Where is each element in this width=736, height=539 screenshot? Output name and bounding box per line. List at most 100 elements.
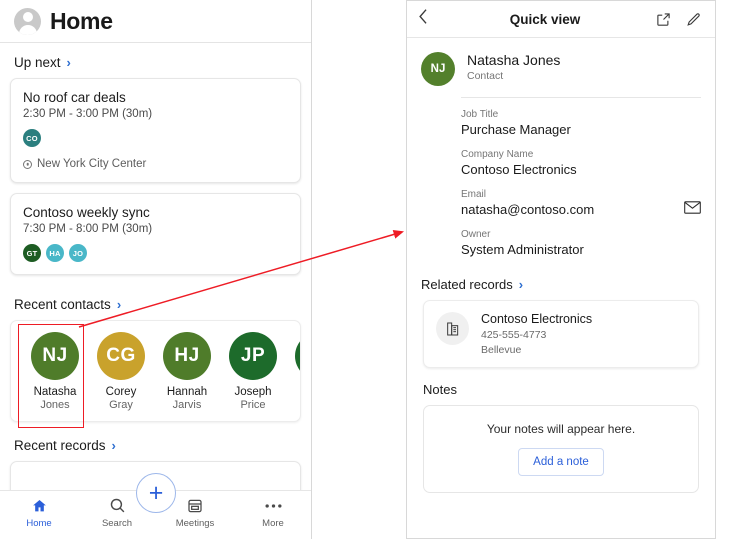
attendee-chip[interactable]: HA <box>46 244 64 262</box>
contact-last-name: Gray <box>109 399 133 412</box>
screenshot-root: Home Up next › No roof car deals 2:30 PM… <box>0 0 736 539</box>
recent-contacts-label: Recent contacts <box>14 297 111 312</box>
building-icon <box>436 312 469 345</box>
quick-view-title: Quick view <box>509 11 581 27</box>
attendee-chip[interactable]: CO <box>23 129 41 147</box>
home-icon <box>31 496 48 515</box>
more-icon <box>264 496 283 515</box>
field-value: Contoso Electronics <box>461 162 577 177</box>
field-email: Email natasha@contoso.com <box>461 189 701 217</box>
contact-first-name: Hannah <box>166 386 208 398</box>
quick-view-header: Quick view <box>407 1 715 38</box>
meeting-time: 7:30 PM - 8:00 PM (30m) <box>23 223 153 235</box>
section-header-recent-contacts[interactable]: Recent contacts › <box>0 285 311 320</box>
field-label: Job Title <box>461 109 499 120</box>
person-avatar-icon[interactable] <box>14 7 41 35</box>
avatar[interactable]: NJ <box>31 332 79 380</box>
meeting-card[interactable]: No roof car deals 2:30 PM - 3:00 PM (30m… <box>10 78 301 183</box>
section-header-related-records[interactable]: Related records › <box>407 269 715 300</box>
attendee-chip[interactable]: JO <box>69 244 87 262</box>
bottom-navigation-bar: Home Search Meetings More + <box>0 473 311 539</box>
attendee-chip[interactable]: GT <box>23 244 41 262</box>
nav-label-more: More <box>262 518 284 529</box>
add-note-button[interactable]: Add a note <box>518 448 604 476</box>
contact-name-block: Natasha Jones <box>34 386 77 412</box>
contact-last-name: Jarvis <box>172 399 202 412</box>
meetings-icon <box>187 496 203 515</box>
contact-last-name: Price <box>240 399 266 412</box>
contact-name: Natasha Jones <box>467 52 561 68</box>
meeting-card[interactable]: Contoso weekly sync 7:30 PM - 8:00 PM (3… <box>10 193 301 275</box>
field-owner: Owner System Administrator <box>461 229 701 257</box>
mail-icon[interactable] <box>684 201 701 219</box>
contact-first-name: Natasha <box>33 386 77 398</box>
related-records-label: Related records <box>421 277 513 292</box>
contact-fields: Job Title Purchase Manager Company Name … <box>407 97 715 257</box>
home-header: Home <box>0 0 311 43</box>
contact-first-name: Corey <box>105 386 137 398</box>
up-next-label: Up next <box>14 55 61 70</box>
field-company-name: Company Name Contoso Electronics <box>461 149 701 177</box>
page-title: Home <box>50 7 113 34</box>
field-label: Owner <box>461 229 491 240</box>
meeting-title: No roof car deals <box>23 90 126 105</box>
related-record-city: Bellevue <box>481 344 522 356</box>
recent-contact-item[interactable]: NJ Natasha Jones <box>22 332 88 412</box>
home-screen-panel: Home Up next › No roof car deals 2:30 PM… <box>0 0 312 539</box>
open-in-new-icon[interactable] <box>652 12 674 27</box>
chevron-right-icon[interactable]: › <box>519 278 523 291</box>
avatar[interactable]: HJ <box>163 332 211 380</box>
related-record-phone: 425-555-4773 <box>481 329 547 341</box>
recent-contact-item[interactable]: MMRo <box>286 332 300 412</box>
meeting-location-label: New York City Center <box>37 158 147 170</box>
nav-item-more[interactable]: More <box>234 496 311 529</box>
pencil-edit-icon[interactable] <box>682 12 704 27</box>
avatar[interactable]: M <box>295 332 300 380</box>
avatar[interactable]: NJ <box>421 52 455 86</box>
contact-name-block: Hannah Jarvis <box>167 386 207 412</box>
avatar[interactable]: CG <box>97 332 145 380</box>
create-new-button[interactable]: + <box>136 473 176 513</box>
meeting-title: Contoso weekly sync <box>23 205 150 220</box>
related-record-title: Contoso Electronics <box>481 312 593 326</box>
contact-type: Contact <box>467 70 504 82</box>
nav-label-search: Search <box>101 518 133 529</box>
recent-contact-item[interactable]: JP Joseph Price <box>220 332 286 412</box>
recent-records-label: Recent records <box>14 437 106 453</box>
field-job-title: Job Title Purchase Manager <box>461 109 701 137</box>
search-icon <box>109 496 126 515</box>
nav-label-meetings: Meetings <box>175 518 215 529</box>
notes-empty-text: Your notes will appear here. <box>486 422 636 436</box>
recent-contact-item[interactable]: CG Corey Gray <box>88 332 154 412</box>
attendee-chips: CO <box>23 129 288 147</box>
contact-last-name: Jones <box>40 399 70 412</box>
plus-icon: + <box>148 479 164 507</box>
nav-item-home[interactable]: Home <box>0 496 78 529</box>
chevron-left-icon[interactable] <box>418 8 438 30</box>
contact-name-block: Corey Gray <box>106 386 137 412</box>
section-header-recent-records[interactable]: Recent records › <box>0 422 311 461</box>
chevron-right-icon[interactable]: › <box>117 298 121 311</box>
recent-contacts-card: NJ Natasha Jones CG Corey Gray HJ Hannah Jarvis J… <box>10 320 301 422</box>
meeting-location: New York City Center <box>23 158 288 170</box>
quick-view-panel: Quick view NJ Natasha Jones Contact Job … <box>406 0 716 539</box>
nav-label-home: Home <box>26 518 52 529</box>
section-header-up-next[interactable]: Up next › <box>0 43 311 78</box>
divider <box>461 97 701 98</box>
chevron-right-icon[interactable]: › <box>67 56 71 69</box>
field-value: natasha@contoso.com <box>461 202 595 217</box>
field-label: Email <box>461 189 487 200</box>
contact-name-block: Joseph Price <box>234 386 271 412</box>
contact-summary: NJ Natasha Jones Contact <box>407 38 715 97</box>
recent-contacts-list[interactable]: NJ Natasha Jones CG Corey Gray HJ Hannah Jarvis J… <box>11 332 300 412</box>
recent-contact-item[interactable]: HJ Hannah Jarvis <box>154 332 220 412</box>
attendee-chips: GT HA JO <box>23 244 288 262</box>
field-value: System Administrator <box>461 242 584 257</box>
notes-section-label: Notes <box>423 382 457 397</box>
avatar[interactable]: JP <box>229 332 277 380</box>
meeting-time: 2:30 PM - 3:00 PM (30m) <box>23 108 153 120</box>
notes-card: Your notes will appear here. Add a note <box>423 405 699 493</box>
chevron-right-icon[interactable]: › <box>112 439 116 452</box>
related-record-card[interactable]: Contoso Electronics 425-555-4773 Bellevu… <box>423 300 699 368</box>
field-value: Purchase Manager <box>461 122 571 137</box>
